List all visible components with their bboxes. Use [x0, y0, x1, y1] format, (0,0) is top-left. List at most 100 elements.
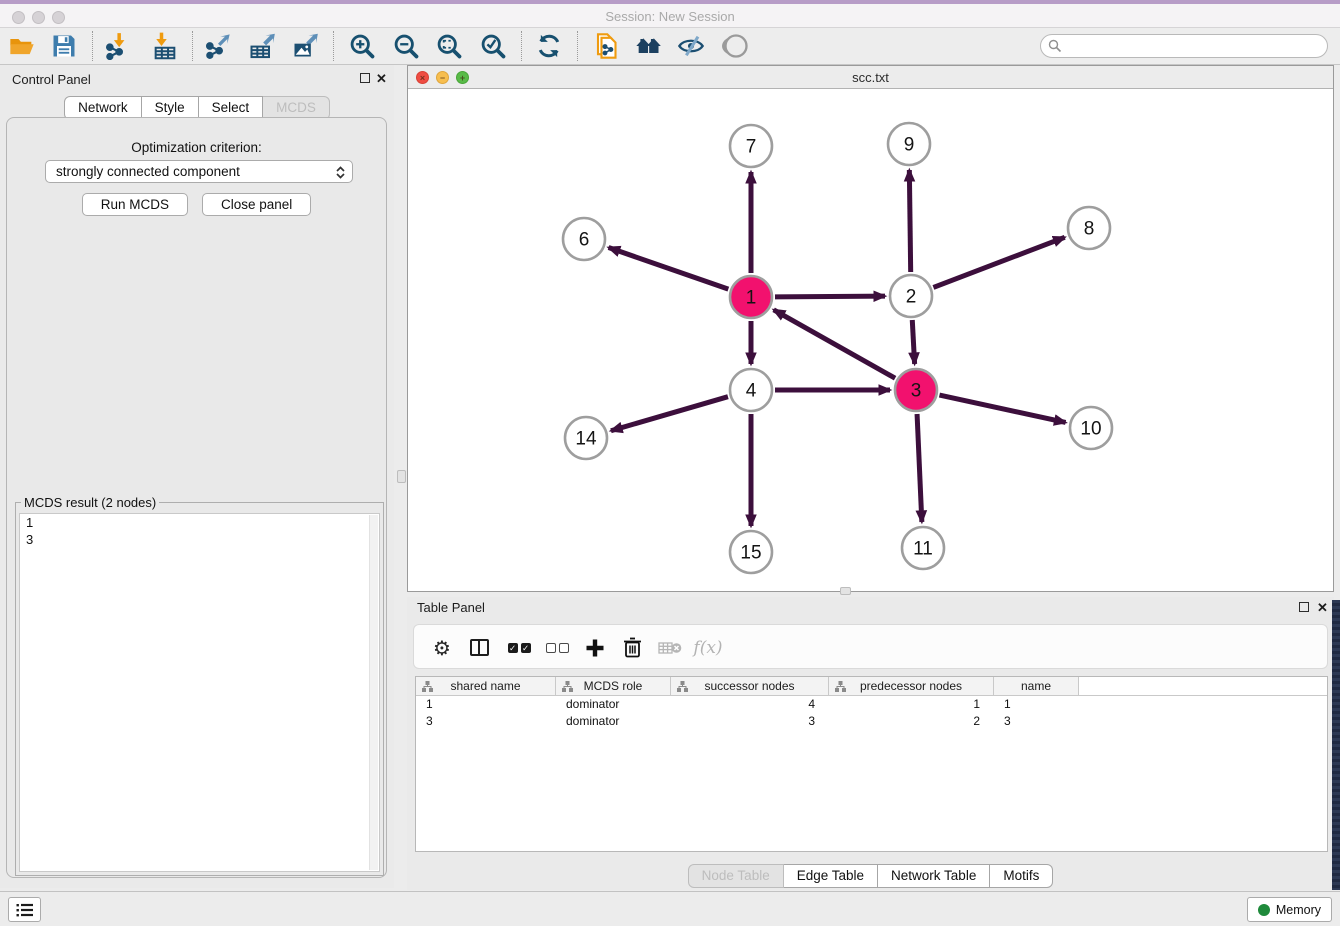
split-panel-button[interactable] [464, 625, 494, 670]
add-row-button[interactable] [580, 625, 610, 670]
cell-shared-name[interactable]: 3 [416, 713, 556, 730]
cell-predecessor-nodes[interactable]: 2 [829, 713, 994, 730]
gear-icon: ⚙ [433, 636, 451, 660]
run-mcds-button[interactable]: Run MCDS [82, 193, 188, 216]
cell-name[interactable]: 3 [994, 713, 1079, 730]
table-panel: Table Panel ✕ ⚙ ✓✓ [407, 597, 1334, 890]
cell-mcds-role[interactable]: dominator [556, 713, 671, 730]
float-table-panel-icon[interactable] [1299, 602, 1309, 612]
apply-layout-button[interactable] [535, 32, 563, 60]
column-header-successor-nodes[interactable]: successor nodes [671, 677, 829, 695]
show-panel-button[interactable] [722, 32, 750, 60]
column-header-filler [1079, 677, 1327, 695]
network-window-title: scc.txt [408, 70, 1333, 85]
memory-status-icon [1258, 904, 1270, 916]
task-list-icon [16, 902, 34, 918]
column-header-mcds-role[interactable]: MCDS role [556, 677, 671, 695]
horizontal-splitter-grip[interactable] [840, 587, 851, 595]
eye-gray-icon [722, 32, 750, 60]
task-history-button[interactable] [8, 897, 41, 922]
import-network-button[interactable] [104, 32, 132, 60]
cell-successor-nodes[interactable]: 4 [671, 696, 829, 713]
result-scrollbar[interactable] [369, 515, 378, 870]
network-canvas[interactable]: 7968124314101511 [408, 89, 1333, 591]
graph-edge-3-10[interactable] [939, 395, 1065, 422]
graph-edge-3-1[interactable] [774, 310, 895, 378]
delete-row-button[interactable] [617, 625, 647, 670]
mcds-result-title: MCDS result (2 nodes) [21, 495, 159, 510]
vertical-splitter-grip[interactable] [397, 470, 406, 483]
hide-panels-button[interactable] [677, 32, 705, 60]
tab-network-table[interactable]: Network Table [878, 864, 990, 888]
table-tabs: Node Table Edge Table Network Table Moti… [407, 864, 1334, 888]
titlebar: Session: New Session [0, 0, 1340, 28]
search-input[interactable] [1067, 36, 1322, 56]
refresh-icon [535, 32, 563, 60]
graph-node-label: 1 [746, 288, 757, 309]
select-stepper-icon [335, 165, 346, 180]
mcds-result-textarea[interactable]: 1 3 [19, 513, 380, 872]
apply-function-button[interactable]: f(x) [690, 625, 726, 670]
export-table-button[interactable] [248, 32, 276, 60]
zoom-in-button[interactable] [348, 32, 376, 60]
import-table-button[interactable] [151, 32, 179, 60]
zoom-out-button[interactable] [392, 32, 420, 60]
close-panel-button[interactable]: Close panel [202, 193, 311, 216]
cell-mcds-role[interactable]: dominator [556, 696, 671, 713]
cell-name[interactable]: 1 [994, 696, 1079, 713]
search-field [1040, 34, 1328, 58]
table-options-button[interactable]: ⚙ [427, 625, 457, 670]
table-row[interactable]: 3 dominator 3 2 3 [416, 713, 1327, 730]
network-overview-button[interactable] [591, 32, 619, 60]
deselect-all-button[interactable] [540, 625, 574, 670]
zoom-selected-icon [479, 32, 507, 60]
tab-motifs[interactable]: Motifs [990, 864, 1053, 888]
export-network-button[interactable] [204, 32, 232, 60]
statusbar: Memory [0, 891, 1340, 926]
home-button[interactable] [634, 32, 662, 60]
control-panel-title: Control Panel [12, 72, 91, 87]
cell-successor-nodes[interactable]: 3 [671, 713, 829, 730]
graph-edge-1-2[interactable] [775, 296, 885, 297]
graph-node-label: 3 [911, 381, 922, 402]
zoom-selected-button[interactable] [479, 32, 507, 60]
graph-edge-3-11[interactable] [917, 414, 922, 522]
cell-predecessor-nodes[interactable]: 1 [829, 696, 994, 713]
attribute-type-icon [562, 681, 573, 692]
column-header-name[interactable]: name [994, 677, 1079, 695]
graph-edge-2-3[interactable] [912, 320, 914, 364]
optimization-selected-value: strongly connected component [56, 164, 240, 179]
unchecked-box-icon [559, 643, 569, 653]
graph-edge-2-8[interactable] [933, 237, 1064, 287]
tab-node-table[interactable]: Node Table [688, 864, 784, 888]
table-row[interactable]: 1 dominator 4 1 1 [416, 696, 1327, 713]
memory-button[interactable]: Memory [1247, 897, 1332, 922]
select-all-button[interactable]: ✓✓ [502, 625, 536, 670]
graph-edge-4-14[interactable] [611, 397, 728, 431]
zoom-fit-button[interactable] [435, 32, 463, 60]
tab-edge-table[interactable]: Edge Table [784, 864, 878, 888]
export-network-icon [204, 32, 232, 60]
network-window-titlebar[interactable]: × − + scc.txt [408, 66, 1333, 89]
attribute-type-icon [422, 681, 433, 692]
close-panel-icon[interactable]: ✕ [376, 73, 387, 85]
graph-edge-1-6[interactable] [609, 248, 729, 290]
open-session-button[interactable] [8, 32, 36, 60]
close-table-panel-icon[interactable]: ✕ [1317, 602, 1328, 614]
graph-edge-2-9[interactable] [909, 170, 910, 272]
cell-shared-name[interactable]: 1 [416, 696, 556, 713]
zoom-out-icon [392, 32, 420, 60]
column-header-predecessor-nodes[interactable]: predecessor nodes [829, 677, 994, 695]
zoom-fit-icon [435, 32, 463, 60]
homes-icon [634, 32, 662, 60]
open-folder-icon [8, 32, 36, 60]
split-panel-icon [470, 639, 489, 656]
graph-node-label: 14 [575, 429, 597, 450]
save-session-button[interactable] [50, 32, 78, 60]
column-header-shared-name[interactable]: shared name [416, 677, 556, 695]
float-panel-icon[interactable] [360, 73, 370, 83]
delete-table-button[interactable] [654, 625, 686, 670]
export-image-button[interactable] [291, 32, 319, 60]
optimization-select[interactable]: strongly connected component [45, 160, 353, 183]
network-view-window: × − + scc.txt 7968124314101511 [407, 65, 1334, 592]
